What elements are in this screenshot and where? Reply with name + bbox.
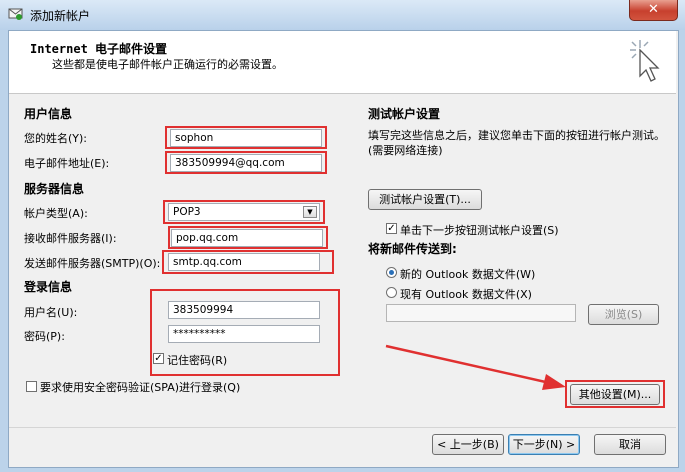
test-account-button[interactable]: 测试帐户设置(T)...: [368, 189, 482, 210]
data-file-path-input: [386, 304, 576, 322]
spa-label[interactable]: 要求使用安全密码验证(SPA)进行登录(Q): [40, 379, 240, 395]
account-type-select[interactable]: POP3 ▼: [168, 203, 320, 221]
test-description: 填写完这些信息之后，建议您单击下面的按钮进行帐户测试。(需要网络连接): [368, 129, 665, 157]
close-icon: ✕: [648, 2, 659, 17]
name-input[interactable]: sophon: [170, 129, 322, 147]
check-icon: ✓: [387, 223, 396, 234]
auto-test-checkbox[interactable]: ✓: [386, 223, 397, 234]
name-label: 您的姓名(Y):: [24, 132, 88, 145]
browse-button: 浏览(S): [588, 304, 659, 325]
username-label: 用户名(U):: [24, 306, 78, 319]
account-type-label: 帐户类型(A):: [24, 207, 88, 220]
title-bar: [0, 0, 685, 30]
spa-checkbox[interactable]: [26, 381, 37, 392]
page-subtitle: 这些都是使电子邮件帐户正确运行的必需设置。: [52, 58, 283, 71]
password-input[interactable]: **********: [168, 325, 320, 343]
new-data-file-label[interactable]: 新的 Outlook 数据文件(W): [400, 266, 535, 282]
existing-data-file-label[interactable]: 现有 Outlook 数据文件(X): [400, 286, 532, 302]
delivery-heading: 将新邮件传送到:: [368, 242, 457, 256]
remember-password-checkbox[interactable]: ✓: [153, 353, 164, 364]
check-icon: ✓: [154, 353, 163, 364]
incoming-server-label: 接收邮件服务器(I):: [24, 232, 117, 245]
user-info-heading: 用户信息: [24, 107, 73, 121]
existing-data-file-radio[interactable]: [386, 287, 397, 298]
test-settings-heading: 测试帐户设置: [368, 107, 441, 121]
page-title: Internet 电子邮件设置: [30, 42, 168, 56]
new-data-file-radio[interactable]: [386, 267, 397, 278]
incoming-server-input[interactable]: pop.qq.com: [171, 229, 323, 247]
next-button[interactable]: 下一步(N) >: [508, 434, 580, 455]
login-info-heading: 登录信息: [24, 280, 73, 294]
back-button[interactable]: < 上一步(B): [432, 434, 504, 455]
chevron-down-icon[interactable]: ▼: [303, 206, 317, 218]
cancel-button[interactable]: 取消: [594, 434, 666, 455]
password-label: 密码(P):: [24, 330, 65, 343]
account-type-value: POP3: [173, 206, 201, 218]
cursor-sparkle-icon: [630, 40, 660, 82]
outgoing-server-input[interactable]: smtp.qq.com: [168, 253, 320, 271]
window-title: 添加新帐户: [30, 9, 91, 23]
username-input[interactable]: 383509994: [168, 301, 320, 319]
email-label: 电子邮件地址(E):: [24, 157, 110, 170]
close-button[interactable]: ✕: [629, 0, 678, 21]
server-info-heading: 服务器信息: [24, 182, 85, 196]
outgoing-server-label: 发送邮件服务器(SMTP)(O):: [24, 257, 161, 270]
annotation-arrow: [385, 344, 566, 390]
footer-divider: [9, 427, 676, 428]
remember-password-label[interactable]: 记住密码(R): [167, 352, 227, 368]
auto-test-label[interactable]: 单击下一步按钮测试帐户设置(S): [400, 222, 559, 238]
more-settings-button[interactable]: 其他设置(M)...: [570, 384, 660, 405]
mail-account-icon: [8, 8, 23, 20]
email-input[interactable]: 383509994@qq.com: [170, 154, 322, 172]
